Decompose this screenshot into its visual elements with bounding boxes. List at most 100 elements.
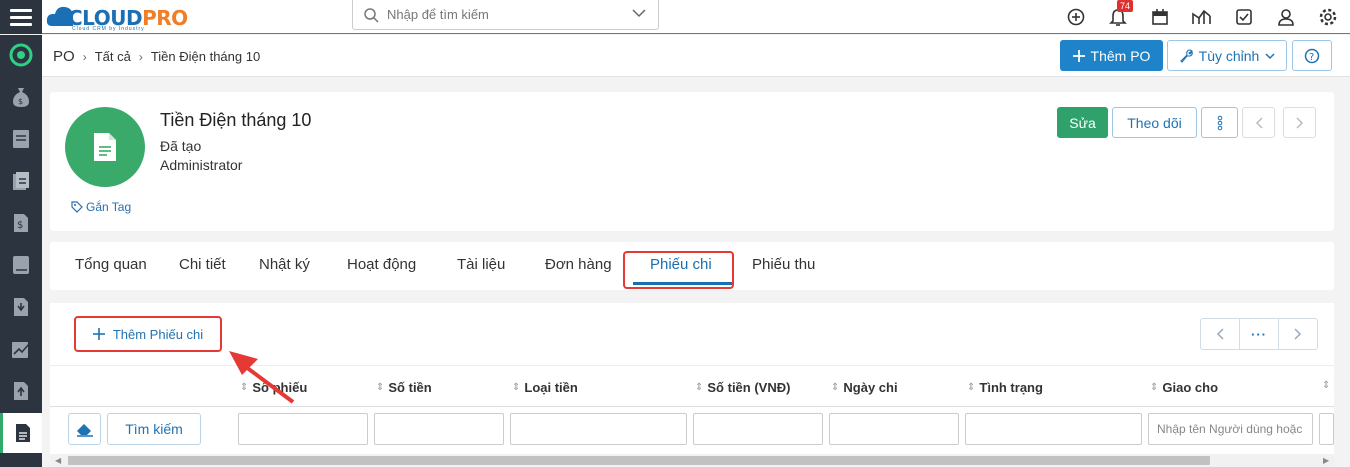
horizontal-scrollbar[interactable]: ◀ ▶ bbox=[50, 454, 1334, 467]
bell-icon[interactable]: 74 bbox=[1106, 0, 1134, 29]
help-icon: ? bbox=[1304, 48, 1320, 63]
nav-book-icon[interactable] bbox=[0, 245, 42, 285]
filter-payment-date-input[interactable] bbox=[829, 413, 959, 445]
tab-log[interactable]: Nhật ký bbox=[259, 256, 310, 273]
sort-icon: ⇕ bbox=[695, 382, 704, 393]
app-logo[interactable]: CLOUDPRO Cloud CRM by Industry bbox=[46, 2, 206, 32]
svg-text:$: $ bbox=[17, 220, 23, 231]
eraser-icon bbox=[76, 424, 93, 437]
column-voucher-number[interactable]: ⇕ Số phiếu bbox=[240, 380, 307, 395]
chevron-left-icon bbox=[1216, 328, 1224, 340]
edit-label: Sửa bbox=[1069, 114, 1096, 131]
nav-po-document-icon[interactable] bbox=[0, 413, 42, 453]
table-header: ⇕ Số phiếu ⇕ Số tiền ⇕ Loại tiền ⇕ Số tiền (… bbox=[50, 365, 1334, 407]
pager-next-button[interactable] bbox=[1278, 319, 1317, 349]
chevron-right-icon: › bbox=[82, 49, 87, 64]
breadcrumb: PO › Tất cả › Tiền Điện tháng 10 bbox=[53, 48, 260, 65]
column-status[interactable]: ⇕ Tình trạng bbox=[967, 380, 1043, 395]
tab-details[interactable]: Chi tiết bbox=[179, 256, 226, 273]
add-payment-voucher-button[interactable]: Thêm Phiếu chi bbox=[74, 316, 222, 352]
checkbox-icon[interactable] bbox=[1232, 5, 1256, 29]
plus-circle-icon[interactable] bbox=[1064, 5, 1088, 29]
chevron-right-icon bbox=[1294, 328, 1302, 340]
filter-voucher-number-input[interactable] bbox=[238, 413, 368, 445]
logo-subtitle: Cloud CRM by Industry bbox=[72, 26, 145, 32]
payment-vouchers-panel: Thêm Phiếu chi ··· ⇕ Số phiếu ⇕ Số tiền ⇕ L… bbox=[50, 303, 1334, 467]
more-options-button[interactable] bbox=[1201, 107, 1238, 138]
notification-badge: 74 bbox=[1117, 0, 1134, 12]
tag-icon bbox=[71, 201, 83, 213]
sort-icon: ⇕ bbox=[967, 382, 976, 393]
search-icon bbox=[364, 8, 379, 23]
filter-amount-input[interactable] bbox=[374, 413, 504, 445]
pager-more-button[interactable]: ··· bbox=[1239, 319, 1278, 349]
add-tag-link[interactable]: Gắn Tag bbox=[71, 200, 131, 214]
scroll-left-icon[interactable]: ◀ bbox=[55, 456, 61, 465]
chevron-down-icon bbox=[1265, 52, 1275, 59]
breadcrumb-all[interactable]: Tất cả bbox=[95, 49, 131, 64]
sort-icon: ⇕ bbox=[240, 382, 249, 393]
nav-invoice-icon[interactable]: $ bbox=[0, 203, 42, 243]
calendar-icon[interactable] bbox=[1148, 5, 1172, 29]
next-record-button[interactable] bbox=[1283, 107, 1316, 138]
global-search-input[interactable]: Nhập để tìm kiếm bbox=[352, 0, 659, 30]
column-currency[interactable]: ⇕ Loại tiền bbox=[512, 380, 578, 395]
nav-documents-icon[interactable] bbox=[0, 161, 42, 201]
breadcrumb-root[interactable]: PO bbox=[53, 48, 75, 65]
customize-label: Tùy chỉnh bbox=[1198, 47, 1260, 64]
column-amount[interactable]: ⇕ Số tiền bbox=[376, 380, 432, 395]
filter-assigned-to-input[interactable]: Nhập tên Người dùng hoặc bbox=[1148, 413, 1313, 445]
add-po-label: Thêm PO bbox=[1090, 47, 1151, 64]
tab-receipts[interactable]: Phiếu thu bbox=[752, 256, 815, 273]
search-placeholder: Nhập để tìm kiếm bbox=[387, 7, 489, 22]
filter-currency-input[interactable] bbox=[510, 413, 687, 445]
sort-icon: ⇕ bbox=[831, 382, 840, 393]
nav-upload-icon[interactable] bbox=[0, 371, 42, 411]
filter-amount-vnd-input[interactable] bbox=[693, 413, 823, 445]
pager-prev-button[interactable] bbox=[1201, 319, 1239, 349]
add-po-button[interactable]: Thêm PO bbox=[1060, 40, 1163, 71]
scrollbar-thumb[interactable] bbox=[68, 456, 1210, 465]
chevron-right-icon bbox=[1295, 116, 1303, 129]
edit-button[interactable]: Sửa bbox=[1057, 107, 1108, 138]
tab-activities[interactable]: Hoạt động bbox=[347, 256, 416, 273]
column-amount-vnd[interactable]: ⇕ Số tiền (VNĐ) bbox=[695, 380, 790, 395]
follow-label: Theo dõi bbox=[1127, 114, 1182, 131]
wrench-icon bbox=[1179, 48, 1193, 63]
svg-text:$: $ bbox=[18, 97, 23, 106]
pager: ··· bbox=[1200, 318, 1318, 350]
tab-orders[interactable]: Đơn hàng bbox=[545, 256, 612, 273]
chevron-down-icon[interactable] bbox=[632, 8, 646, 18]
search-button[interactable]: Tìm kiếm bbox=[107, 413, 201, 445]
help-button[interactable]: ? bbox=[1292, 40, 1332, 71]
active-tab-highlight bbox=[623, 251, 734, 289]
follow-button[interactable]: Theo dõi bbox=[1112, 107, 1197, 138]
previous-record-button[interactable] bbox=[1242, 107, 1275, 138]
nav-money-bag-icon[interactable]: $ bbox=[0, 77, 42, 117]
tag-label: Gắn Tag bbox=[86, 200, 132, 214]
gear-icon[interactable] bbox=[1316, 5, 1340, 29]
column-more[interactable]: ⇕ bbox=[1322, 380, 1330, 391]
column-assigned-to[interactable]: ⇕ Giao cho bbox=[1150, 380, 1218, 395]
nav-dashboard-icon[interactable] bbox=[0, 35, 42, 75]
nav-download-icon[interactable] bbox=[0, 287, 42, 327]
vertical-dots-icon bbox=[1217, 115, 1222, 130]
document-icon bbox=[94, 133, 116, 161]
chart-icon[interactable] bbox=[1190, 5, 1214, 29]
tab-overview[interactable]: Tổng quan bbox=[75, 256, 147, 273]
customize-button[interactable]: Tùy chỉnh bbox=[1167, 40, 1287, 71]
svg-text:?: ? bbox=[1309, 52, 1314, 63]
menu-toggle-button[interactable] bbox=[0, 0, 42, 34]
sort-icon: ⇕ bbox=[376, 382, 385, 393]
filter-more-input[interactable] bbox=[1319, 413, 1334, 445]
scroll-right-icon[interactable]: ▶ bbox=[1323, 456, 1329, 465]
clear-filter-button[interactable] bbox=[68, 413, 101, 445]
breadcrumb-current: Tiền Điện tháng 10 bbox=[150, 49, 261, 64]
user-icon[interactable] bbox=[1274, 5, 1298, 29]
column-payment-date[interactable]: ⇕ Ngày chi bbox=[831, 380, 898, 395]
tab-documents[interactable]: Tài liệu bbox=[457, 256, 505, 273]
left-sidebar: $ $ bbox=[0, 35, 42, 467]
nav-ledger-icon[interactable] bbox=[0, 119, 42, 159]
filter-status-input[interactable] bbox=[965, 413, 1142, 445]
nav-report-icon[interactable] bbox=[0, 329, 42, 369]
